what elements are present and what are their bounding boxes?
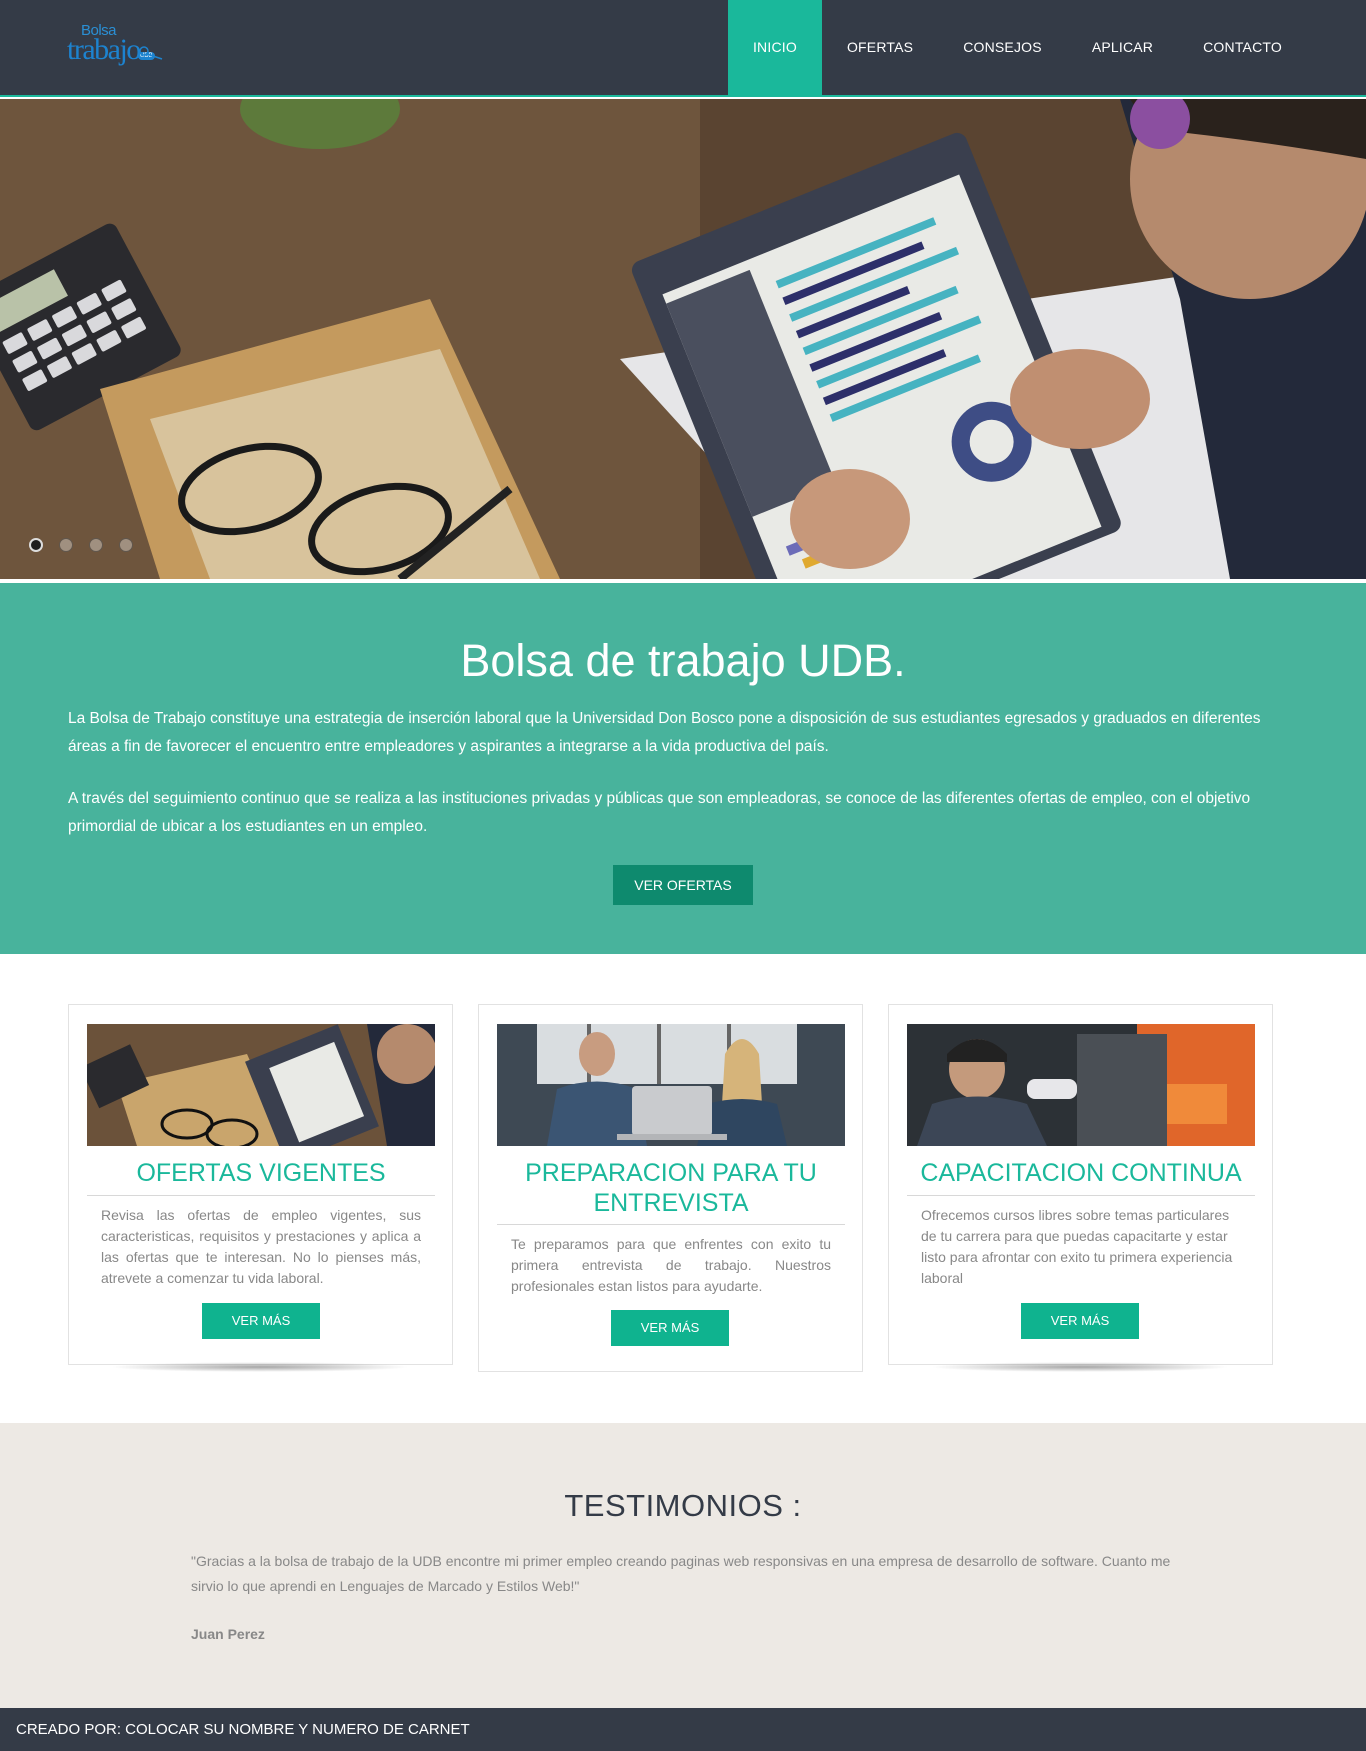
nav-item-ofertas[interactable]: OFERTAS: [822, 0, 938, 97]
footer-text: CREADO POR: COLOCAR SU NOMBRE Y NUMERO D…: [16, 1721, 470, 1738]
card-divider: [87, 1195, 435, 1196]
slider-dot-4[interactable]: [119, 538, 133, 552]
intro-title: Bolsa de trabajo UDB.: [460, 635, 906, 686]
nav-item-aplicar[interactable]: APLICAR: [1067, 0, 1178, 97]
testimonials-title: TESTIMONIOS :: [564, 1488, 802, 1523]
card-image-interview: [497, 1024, 845, 1146]
slider-dot-1[interactable]: [29, 538, 43, 552]
testimonial-quote: "Gracias a la bolsa de trabajo de la UDB…: [191, 1553, 1171, 1594]
card-ofertas-vigentes: OFERTAS VIGENTES Revisa las ofertas de e…: [68, 1004, 453, 1365]
testimonial-author: Juan Perez: [191, 1626, 265, 1642]
card-capacitacion-continua: CAPACITACION CONTINUA Ofrecemos cursos l…: [888, 1004, 1273, 1365]
ver-ofertas-button[interactable]: VER OFERTAS: [613, 865, 753, 905]
testimonials-section: TESTIMONIOS : "Gracias a la bolsa de tra…: [0, 1423, 1366, 1708]
ver-mas-button[interactable]: VER MÁS: [611, 1310, 729, 1346]
slider-dots: [29, 538, 133, 552]
card-shadow: [110, 1362, 410, 1372]
card-title: OFERTAS VIGENTES: [136, 1159, 386, 1187]
card-text: Ofrecemos cursos libres sobre temas part…: [921, 1207, 1233, 1286]
card-image-interview-svg: [497, 1024, 845, 1146]
hero-image: [0, 99, 1366, 579]
footer: CREADO POR: COLOCAR SU NOMBRE Y NUMERO D…: [0, 1708, 1366, 1751]
top-navbar: Bolsa trabajo UDB INICIO OFERTAS CONSEJO…: [0, 0, 1366, 97]
intro-paragraph-1: La Bolsa de Trabajo constituye una estra…: [68, 710, 1261, 755]
card-shadow: [930, 1362, 1230, 1372]
ver-mas-button[interactable]: VER MÁS: [202, 1303, 320, 1339]
logo-line2: trabajo: [67, 33, 141, 66]
nav-item-contacto[interactable]: CONTACTO: [1178, 0, 1307, 97]
hero-slider: [0, 99, 1366, 579]
card-title: CAPACITACION CONTINUA: [920, 1159, 1242, 1187]
card-image-technician: [907, 1024, 1255, 1146]
card-preparacion-entrevista: PREPARACION PARA TU ENTREVISTA Te prepar…: [478, 1004, 863, 1372]
main-menu: INICIO OFERTAS CONSEJOS APLICAR CONTACTO: [727, 0, 1366, 97]
card-image-office: [87, 1024, 435, 1146]
ver-mas-button[interactable]: VER MÁS: [1021, 1303, 1139, 1339]
intro-section: Bolsa de trabajo UDB. La Bolsa de Trabaj…: [0, 583, 1366, 954]
intro-paragraph-2: A través del seguimiento continuo que se…: [68, 790, 1251, 835]
site-logo[interactable]: Bolsa trabajo UDB: [67, 20, 177, 70]
magnifier-icon: [139, 46, 163, 60]
card-text: Revisa las ofertas de empleo vigentes, s…: [101, 1207, 421, 1286]
card-divider: [497, 1224, 845, 1225]
card-text: Te preparamos para que enfrentes con exi…: [511, 1236, 831, 1294]
nav-item-inicio[interactable]: INICIO: [727, 0, 822, 97]
card-image-office-svg: [87, 1024, 435, 1146]
card-image-technician-svg: [907, 1024, 1255, 1146]
slider-dot-3[interactable]: [89, 538, 103, 552]
slider-dot-2[interactable]: [59, 538, 73, 552]
card-title: PREPARACION PARA TU ENTREVISTA: [525, 1159, 817, 1217]
nav-item-consejos[interactable]: CONSEJOS: [938, 0, 1067, 97]
card-divider: [907, 1195, 1255, 1196]
menu-spacer: [1307, 0, 1366, 97]
